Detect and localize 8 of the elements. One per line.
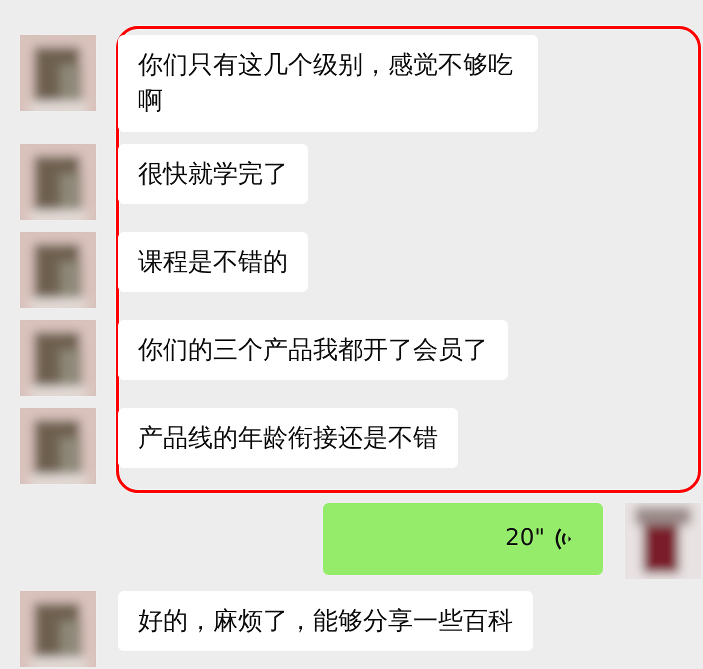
message-bubble: 你们只有这几个级别，感觉不够吃啊 — [118, 35, 538, 132]
message-bubble: 你们的三个产品我都开了会员了 — [118, 320, 508, 380]
sound-wave-icon — [555, 526, 573, 552]
message-bubble: 很快就学完了 — [118, 144, 308, 204]
message-bubble: 课程是不错的 — [118, 232, 308, 292]
message-bubble: 产品线的年龄衔接还是不错 — [118, 408, 458, 468]
message-bubble: 好的，麻烦了，能够分享一些百科 — [118, 590, 533, 651]
voice-message[interactable]: 20" — [323, 502, 603, 574]
